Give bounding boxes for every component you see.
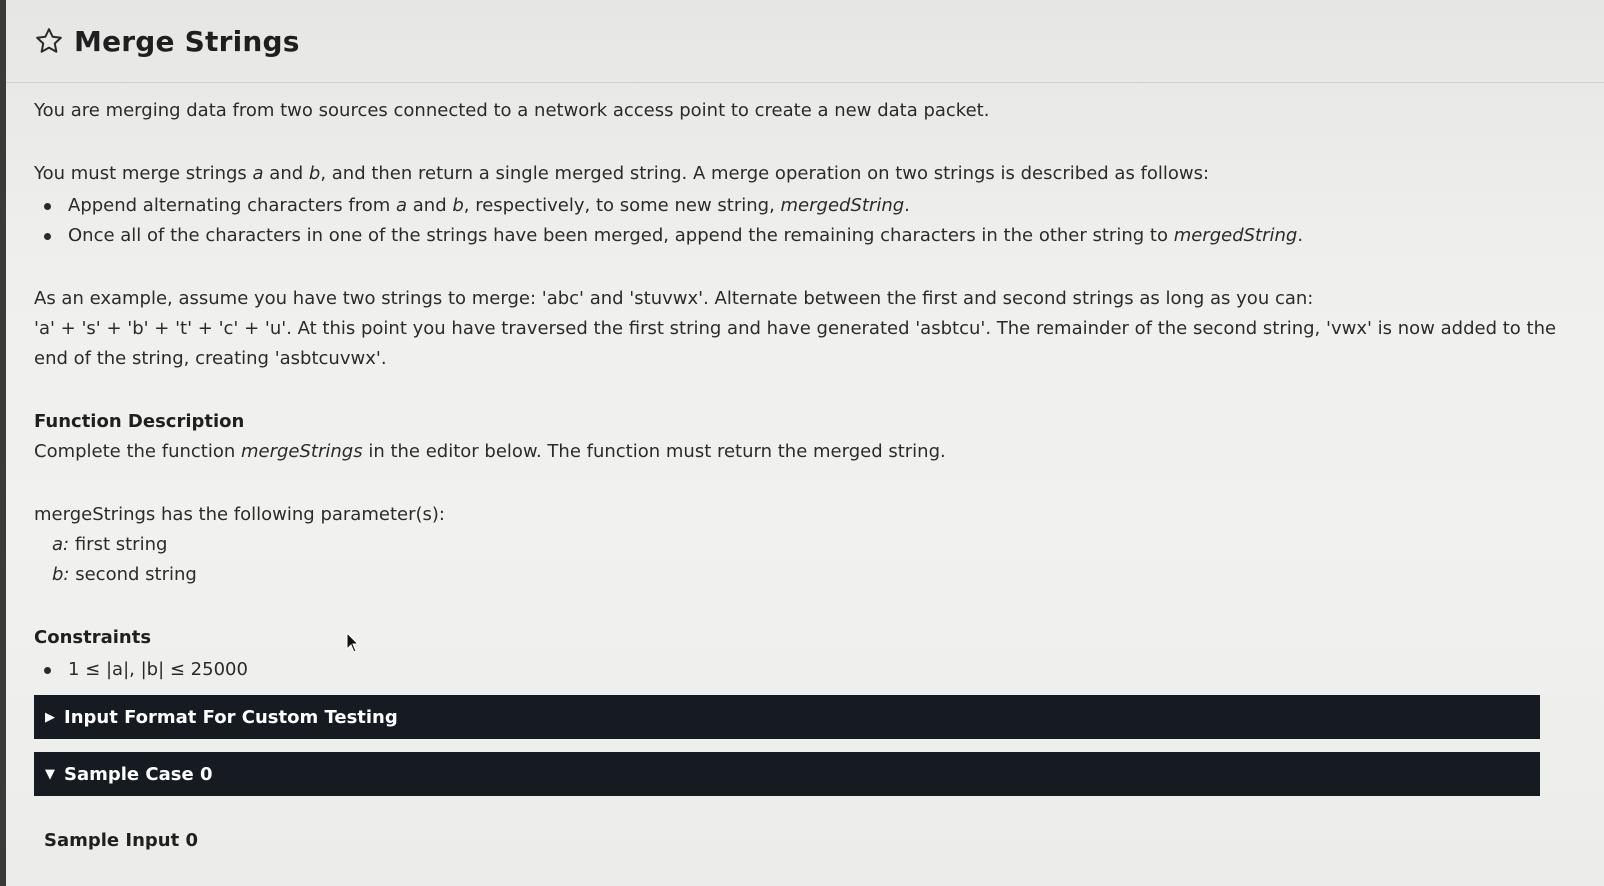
merge-rule-list: Append alternating characters from a and… xyxy=(34,191,1574,251)
function-description-text: Complete the function mergeStrings in th… xyxy=(34,441,946,462)
sample-input-label: Sample Input 0 xyxy=(44,830,199,851)
list-item: Once all of the characters in one of the… xyxy=(34,221,1574,251)
input-format-section-toggle[interactable]: ▶ Input Format For Custom Testing xyxy=(34,695,1540,739)
list-item: Append alternating characters from a and… xyxy=(34,191,1574,221)
merge-rule-text: You must merge strings a and b, and then… xyxy=(34,163,1210,184)
input-format-section-label: Input Format For Custom Testing xyxy=(64,706,398,728)
constraints-list: 1 ≤ |a|, |b| ≤ 25000 xyxy=(34,655,1574,685)
problem-description: You are merging data from two sources co… xyxy=(34,96,1574,685)
sample-case-section-toggle[interactable]: ▼ Sample Case 0 xyxy=(34,752,1540,796)
mouse-pointer-icon xyxy=(346,632,360,653)
function-description-heading: Function Description xyxy=(34,411,245,432)
param-a: a: first string xyxy=(52,534,168,555)
example-text-line2: 'a' + 's' + 'b' + 't' + 'c' + 'u'. At th… xyxy=(34,318,1557,369)
intro-text: You are merging data from two sources co… xyxy=(34,100,990,121)
param-b: b: second string xyxy=(52,564,197,585)
problem-page: Merge Strings You are merging data from … xyxy=(0,0,1604,886)
page-title: Merge Strings xyxy=(74,24,300,58)
example-text-line1: As an example, assume you have two strin… xyxy=(34,288,1314,309)
constraints-heading: Constraints xyxy=(34,627,152,648)
params-intro: mergeStrings has the following parameter… xyxy=(34,504,445,525)
caret-down-icon: ▼ xyxy=(45,766,55,782)
left-edge xyxy=(0,0,6,886)
list-item: 1 ≤ |a|, |b| ≤ 25000 xyxy=(34,655,1574,685)
sample-case-section-label: Sample Case 0 xyxy=(64,763,213,785)
star-outline-icon[interactable] xyxy=(32,24,66,58)
caret-right-icon: ▶ xyxy=(45,709,55,725)
problem-header: Merge Strings xyxy=(6,0,1604,83)
